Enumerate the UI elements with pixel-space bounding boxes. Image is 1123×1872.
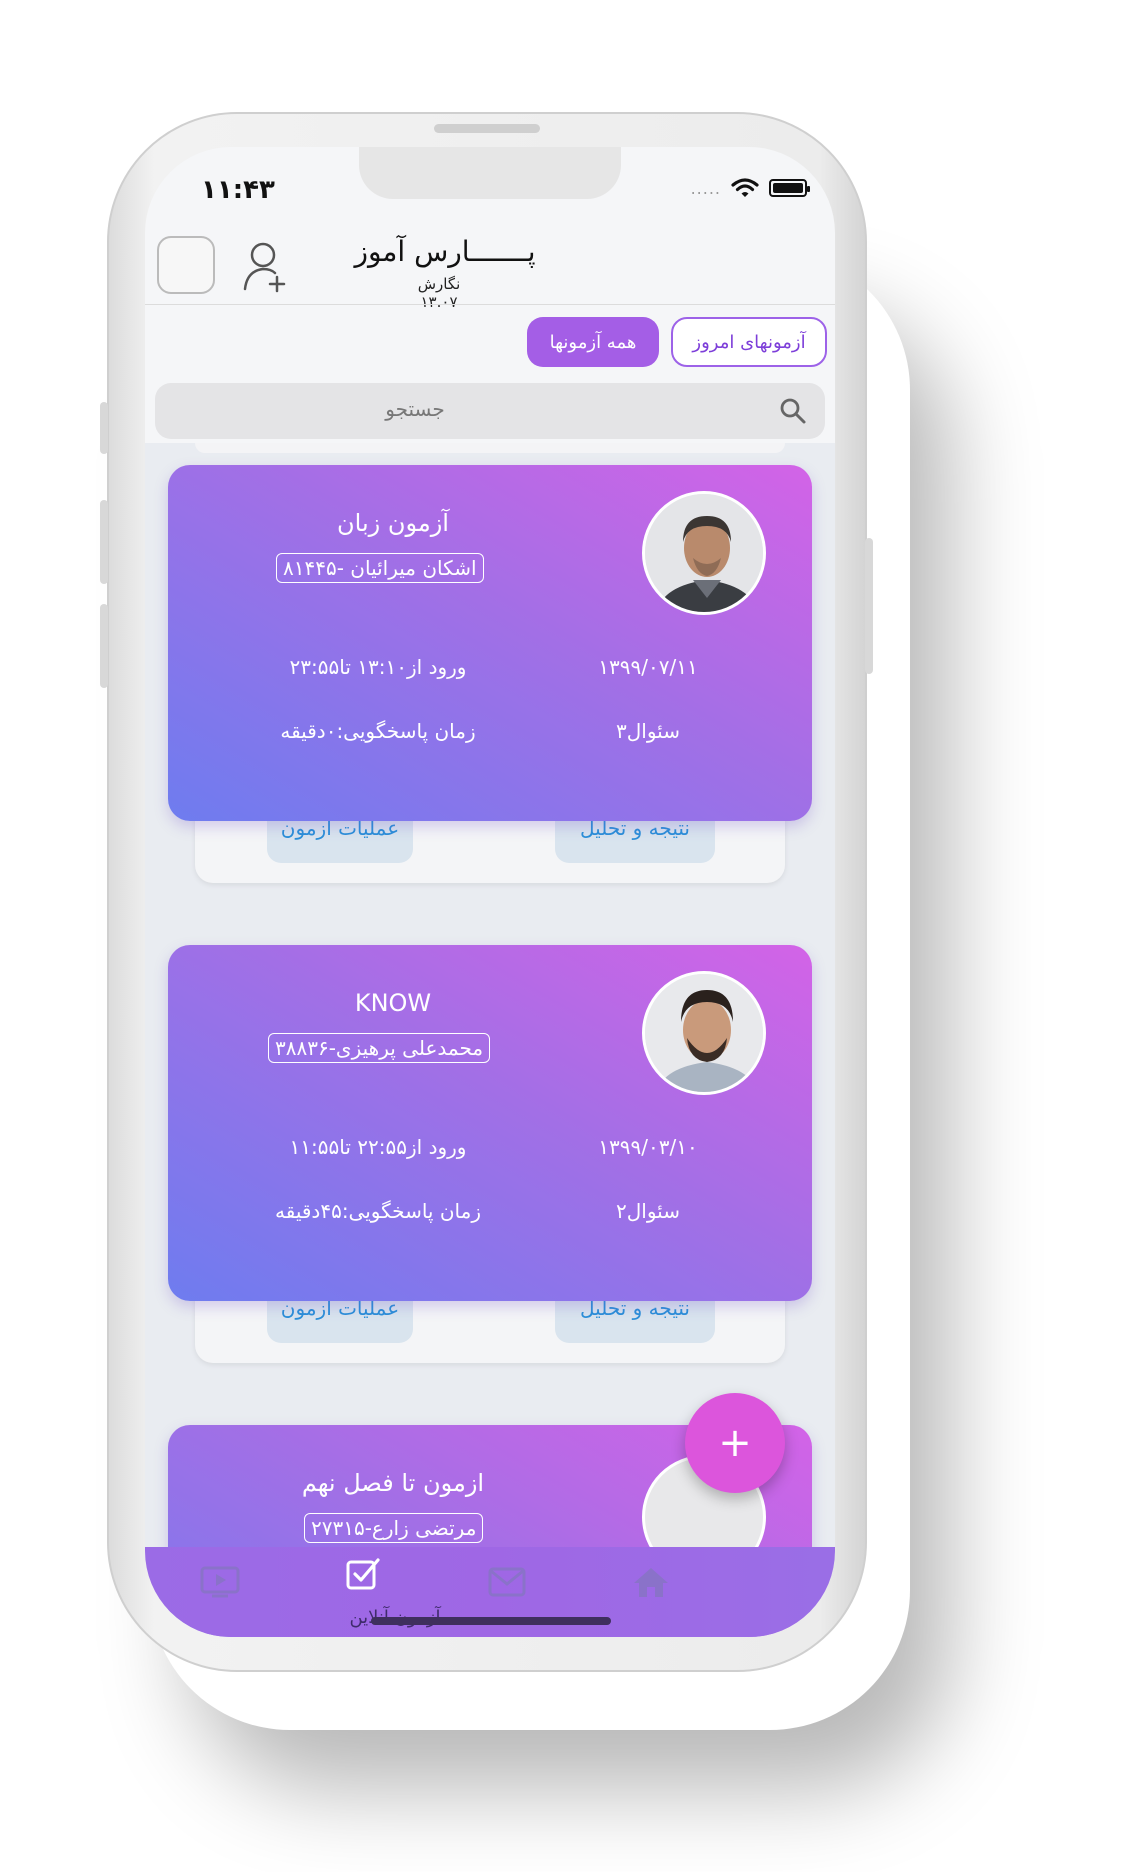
status-time: ۱۱:۴۳ — [201, 175, 275, 205]
video-icon — [200, 1566, 240, 1598]
tab-all-exams[interactable]: همه آزمونها — [527, 317, 659, 367]
home-icon — [634, 1568, 668, 1597]
nav-home[interactable] — [621, 1559, 681, 1605]
header-divider — [145, 304, 835, 305]
phone-side-button — [865, 538, 873, 674]
exam-title: KNOW — [354, 989, 432, 1017]
phone-notch — [359, 147, 621, 199]
exam-question-count: ۲سئوال — [616, 1199, 680, 1223]
phone-side-button — [100, 402, 108, 454]
nav-messages[interactable] — [477, 1559, 537, 1605]
search-icon — [780, 398, 806, 424]
exam-question-count: ۳سئوال — [616, 719, 680, 743]
tab-today-exams[interactable]: آزمونهای امروز — [671, 317, 827, 367]
exam-date: ۱۳۹۹/۰۳/۱۰ — [598, 1135, 698, 1159]
teacher-label: اشکان میرائیان -۸۱۴۴۵ — [276, 553, 484, 583]
nav-video[interactable] — [190, 1559, 250, 1605]
teacher-label: مرتضی زارع-۲۷۳۱۵ — [304, 1513, 484, 1543]
exam-card[interactable]: KNOW محمدعلی پرهیزی-۳۸۸۳۶ ورود از۲۲:۵۵ ت… — [168, 945, 812, 1301]
app-title: پـــــــارس آموز — [354, 235, 536, 268]
search-bar[interactable]: جستجو — [155, 383, 825, 439]
exam-card[interactable]: آزمون زبان اشکان میرائیان -۸۱۴۴۵ ورود از… — [168, 465, 812, 821]
add-exam-button[interactable]: + — [685, 1393, 785, 1493]
previous-card-edge — [195, 443, 785, 453]
nav-online-exam[interactable] — [333, 1551, 393, 1597]
exam-duration: زمان پاسخگویی:۴۵دقیقه — [274, 1199, 482, 1223]
checkbox-icon — [346, 1558, 380, 1590]
exam-entry-time: ورود از۲۲:۵۵ تا۱۱:۵۵ — [289, 1135, 467, 1159]
teacher-label: محمدعلی پرهیزی-۳۸۸۳۶ — [268, 1033, 491, 1063]
phone-speaker — [434, 124, 540, 133]
status-icons: ..... — [690, 177, 810, 199]
exam-entry-time: ورود از۱۳:۱۰ تا۲۳:۵۵ — [289, 655, 467, 679]
add-user-icon[interactable] — [241, 237, 291, 293]
mail-icon — [488, 1567, 526, 1597]
exam-title: ازمون تا فصل نهم — [301, 1469, 485, 1497]
app-screen: ۱۱:۴۳ ..... پـــــــارس آموز نگارش ۱۳.۰۷… — [145, 147, 835, 1637]
profile-avatar-box[interactable] — [157, 236, 215, 294]
teacher-photo — [642, 971, 766, 1095]
exam-date: ۱۳۹۹/۰۷/۱۱ — [598, 655, 698, 679]
teacher-photo — [642, 491, 766, 615]
exam-title: آزمون زبان — [337, 509, 449, 537]
exam-duration: زمان پاسخگویی:۰دقیقه — [280, 719, 476, 743]
home-indicator — [371, 1617, 611, 1625]
phone-side-button — [100, 604, 108, 688]
phone-side-button — [100, 500, 108, 584]
signal-dots: ..... — [690, 178, 721, 198]
search-input[interactable]: جستجو — [155, 397, 675, 421]
battery-icon — [769, 179, 810, 197]
app-version: نگارش ۱۳.۰۷ — [417, 275, 461, 311]
wifi-icon — [731, 178, 759, 197]
